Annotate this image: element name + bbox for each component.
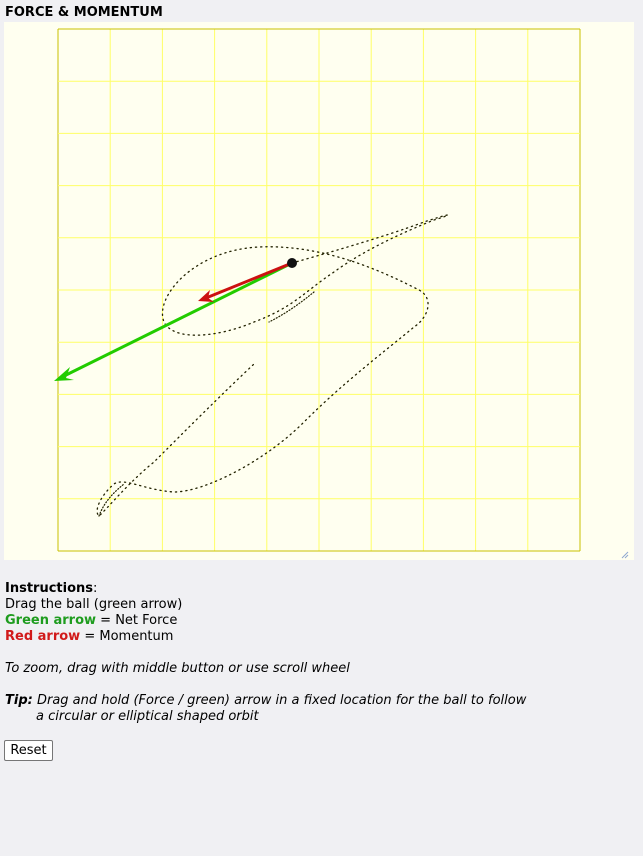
- tip-text-2: a circular or elliptical shaped orbit: [36, 709, 259, 724]
- trail-segment: [268, 291, 315, 323]
- reset-button[interactable]: Reset: [4, 740, 53, 761]
- tip-text-1: Drag and hold (Force / green) arrow in a…: [32, 693, 527, 708]
- ball-trail: [96, 214, 449, 517]
- trail-segment: [98, 483, 125, 517]
- instructions-heading-suffix: :: [93, 581, 98, 596]
- simulation-svg[interactable]: [4, 22, 634, 560]
- trail-segment: [96, 214, 449, 517]
- green-arrow-label: Green arrow: [5, 613, 97, 628]
- momentum-arrow: [198, 261, 293, 302]
- ball[interactable]: [287, 258, 297, 268]
- instructions-heading: Instructions: [5, 581, 94, 596]
- zoom-instructions: To zoom, drag with middle button or use …: [5, 661, 350, 676]
- instructions-drag-line: Drag the ball (green arrow): [5, 597, 183, 612]
- tip-line: Tip: Drag and hold (Force / green) arrow…: [5, 693, 526, 709]
- red-arrow-desc: = Momentum: [80, 629, 174, 644]
- net-force-arrow[interactable]: [54, 261, 293, 381]
- grid: [57, 28, 581, 552]
- instructions-panel: Instructions: Drag the ball (green arrow…: [5, 581, 526, 725]
- instructions-green-line: Green arrow = Net Force: [5, 613, 526, 629]
- instructions-red-line: Red arrow = Momentum: [5, 629, 526, 645]
- instructions-heading-line: Instructions:: [5, 581, 526, 597]
- app-title: FORCE & MOMENTUM: [5, 5, 163, 20]
- tip-label: Tip:: [5, 693, 33, 708]
- resize-grip-icon[interactable]: [621, 551, 629, 559]
- simulation-canvas[interactable]: [4, 22, 634, 560]
- green-arrow-desc: = Net Force: [96, 613, 178, 628]
- red-arrow-label: Red arrow: [5, 629, 81, 644]
